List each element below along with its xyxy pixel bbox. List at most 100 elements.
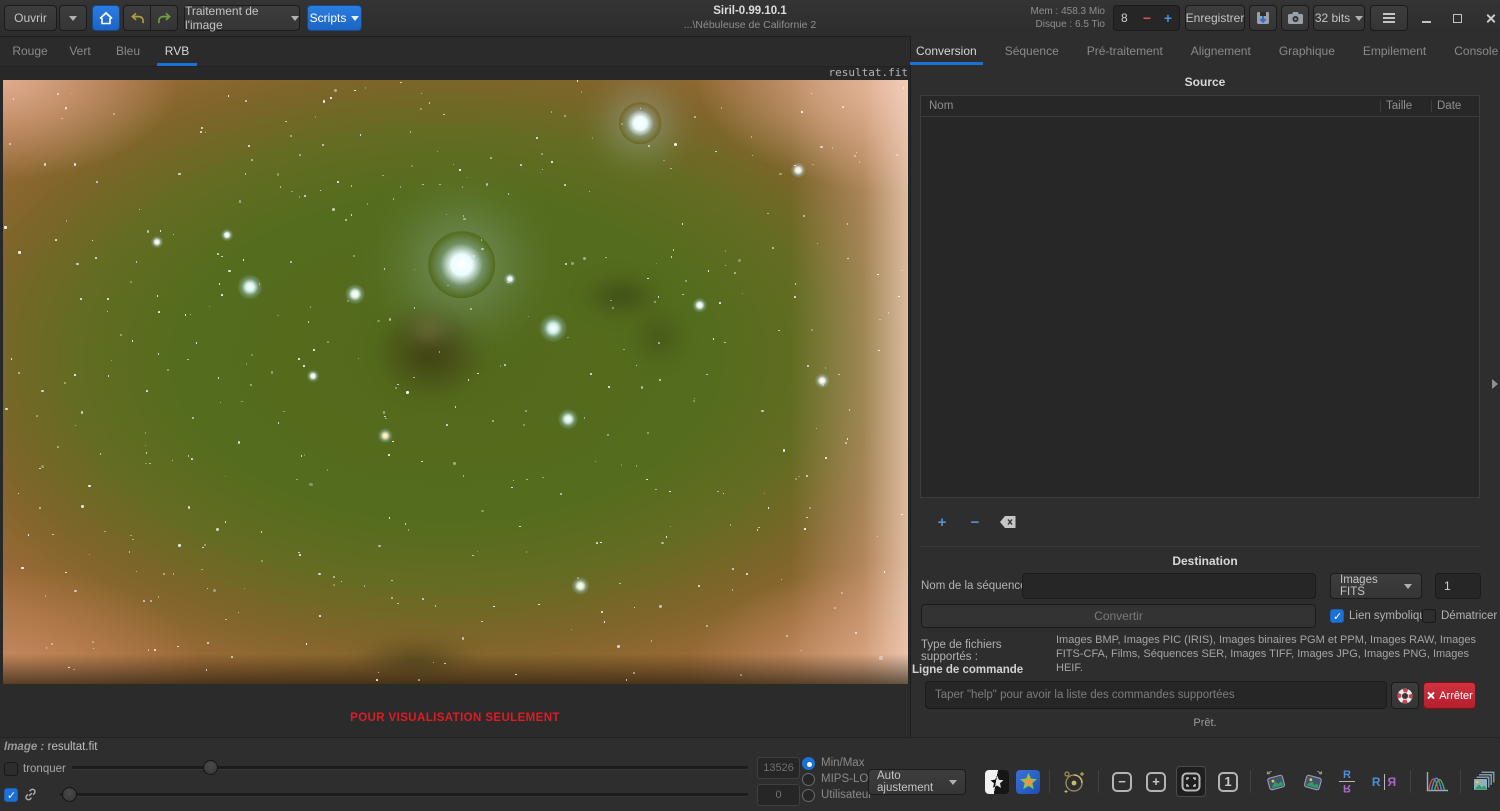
- sequence-name-input[interactable]: [1022, 573, 1316, 599]
- tab-rouge[interactable]: Rouge: [8, 37, 52, 65]
- symlink-checkbox[interactable]: [1330, 609, 1344, 623]
- app-version-title: Siril-0.99.10.1: [550, 4, 950, 18]
- truncate-label: tronquer: [23, 763, 66, 775]
- stop-button[interactable]: Arrêter: [1423, 682, 1476, 709]
- tab-empilement[interactable]: Empilement: [1363, 37, 1426, 65]
- destination-section-title: Destination: [910, 554, 1500, 568]
- threads-spinner[interactable]: 8 − +: [1113, 5, 1180, 31]
- color-view-button[interactable]: [1014, 766, 1042, 797]
- threads-increase-button[interactable]: +: [1157, 10, 1179, 26]
- rotate-right-button[interactable]: [1297, 766, 1329, 797]
- open-label: Ouvrir: [14, 11, 47, 25]
- bit-depth-dropdown[interactable]: 32 bits: [1313, 5, 1365, 31]
- scripts-menu-button[interactable]: Scripts: [307, 5, 362, 31]
- lo-slider-knob[interactable]: [62, 787, 77, 802]
- chevron-down-icon: [351, 16, 359, 21]
- color-star-icon: [1016, 770, 1040, 794]
- hi-slider[interactable]: [72, 766, 748, 769]
- zoom-100-button[interactable]: 1: [1214, 766, 1242, 797]
- radio-mips[interactable]: [802, 773, 815, 786]
- radio-user[interactable]: [802, 789, 815, 802]
- open-recent-button[interactable]: [59, 5, 87, 31]
- tab-bleu[interactable]: Bleu: [108, 37, 148, 65]
- tab-graphique[interactable]: Graphique: [1279, 37, 1335, 65]
- open-button[interactable]: Ouvrir: [4, 5, 57, 31]
- lo-value[interactable]: 0: [757, 784, 800, 806]
- tab-console[interactable]: Console: [1454, 37, 1498, 65]
- debayer-checkbox[interactable]: [1422, 609, 1436, 623]
- minimize-button[interactable]: [1415, 8, 1437, 28]
- image-processing-menu-button[interactable]: Traitement de l'image: [184, 5, 300, 31]
- image-stack-icon: [1470, 769, 1497, 795]
- toolbar-separator: [1250, 770, 1251, 793]
- zoom-in-button[interactable]: +: [1142, 766, 1170, 797]
- panel-collapse-grip[interactable]: [1492, 379, 1498, 389]
- convert-button[interactable]: Convertir: [921, 604, 1316, 628]
- chevron-down-icon: [1355, 16, 1363, 21]
- camera-icon: [1287, 11, 1304, 25]
- lo-slider[interactable]: [60, 793, 748, 796]
- autostretch-value: Auto ajustement: [877, 770, 944, 794]
- snapshot-button[interactable]: [1281, 5, 1309, 31]
- output-format-dropdown[interactable]: Images FITS: [1330, 573, 1422, 599]
- radio-user-label: Utilisateur: [821, 789, 872, 801]
- truncate-checkbox[interactable]: [4, 762, 18, 776]
- remove-files-button[interactable]: −: [964, 512, 986, 532]
- command-help-button[interactable]: [1391, 682, 1419, 709]
- redo-icon: [157, 12, 172, 25]
- image-canvas[interactable]: [3, 80, 908, 684]
- chain-link-icon: [23, 787, 38, 805]
- zoom-fit-button[interactable]: [1176, 766, 1206, 797]
- sequence-list-button[interactable]: [1466, 766, 1500, 797]
- hi-value[interactable]: 13526: [757, 757, 800, 779]
- rotate-left-button[interactable]: [1260, 766, 1292, 797]
- scripts-label: Scripts: [310, 11, 347, 25]
- command-line-title: Ligne de commande: [912, 664, 1023, 676]
- flip-horizontal-icon: R Я: [1372, 774, 1396, 790]
- save-button[interactable]: Enregistrer: [1185, 5, 1245, 31]
- radio-minmax[interactable]: [802, 757, 815, 770]
- flip-horizontal-button[interactable]: R Я: [1368, 766, 1400, 797]
- threads-value[interactable]: 8: [1114, 11, 1137, 25]
- astrometry-button[interactable]: [1056, 766, 1092, 797]
- tab-conversion[interactable]: Conversion: [916, 37, 977, 65]
- add-files-button[interactable]: +: [931, 512, 953, 532]
- negative-view-button[interactable]: [983, 766, 1011, 797]
- visualisation-warning: POUR VISUALISATION SEULEMENT: [0, 712, 910, 724]
- lifebuoy-icon: [1396, 687, 1414, 705]
- memory-info: Mem : 458.3 Mio Disque : 6.5 Tio: [985, 5, 1105, 31]
- image-filename-label: resultat.fit: [600, 66, 908, 79]
- clear-list-button[interactable]: [997, 512, 1019, 532]
- siril-window: Ouvrir Traitement de l'image: [0, 0, 1500, 811]
- hi-slider-knob[interactable]: [203, 760, 218, 775]
- source-section-title: Source: [910, 75, 1500, 89]
- start-index-input[interactable]: 1: [1435, 573, 1481, 599]
- tab-sequence[interactable]: Séquence: [1005, 37, 1059, 65]
- stop-x-icon: [1426, 691, 1435, 700]
- debayer-label: Dématricer: [1441, 610, 1497, 622]
- link-channels-checkbox[interactable]: [4, 788, 18, 802]
- source-file-table[interactable]: Nom Taille Date: [920, 95, 1480, 498]
- panel-divider: [920, 546, 1480, 547]
- hamburger-menu-button[interactable]: [1370, 5, 1408, 31]
- command-input[interactable]: [925, 681, 1387, 709]
- close-button[interactable]: [1479, 8, 1500, 28]
- tab-vert[interactable]: Vert: [60, 37, 100, 65]
- tab-alignement[interactable]: Alignement: [1191, 37, 1251, 65]
- bit-depth-value: 32 bits: [1315, 11, 1350, 25]
- maximize-button[interactable]: [1446, 8, 1468, 28]
- home-button[interactable]: [92, 5, 120, 31]
- undo-button[interactable]: [123, 5, 151, 31]
- tab-rvb[interactable]: RVB: [155, 37, 199, 65]
- toolbar-separator: [1410, 770, 1411, 793]
- toolbar-separator: [1049, 770, 1050, 793]
- flip-vertical-button[interactable]: R R: [1334, 766, 1360, 797]
- autostretch-dropdown[interactable]: Auto ajustement: [868, 769, 966, 795]
- redo-button[interactable]: [150, 5, 178, 31]
- histogram-button[interactable]: [1420, 766, 1454, 797]
- flip-vertical-icon: R R: [1339, 771, 1355, 792]
- zoom-out-button[interactable]: −: [1108, 766, 1136, 797]
- threads-decrease-button[interactable]: −: [1137, 10, 1157, 26]
- save-as-button[interactable]: [1249, 5, 1277, 31]
- tab-pretraitement[interactable]: Pré-traitement: [1087, 37, 1163, 65]
